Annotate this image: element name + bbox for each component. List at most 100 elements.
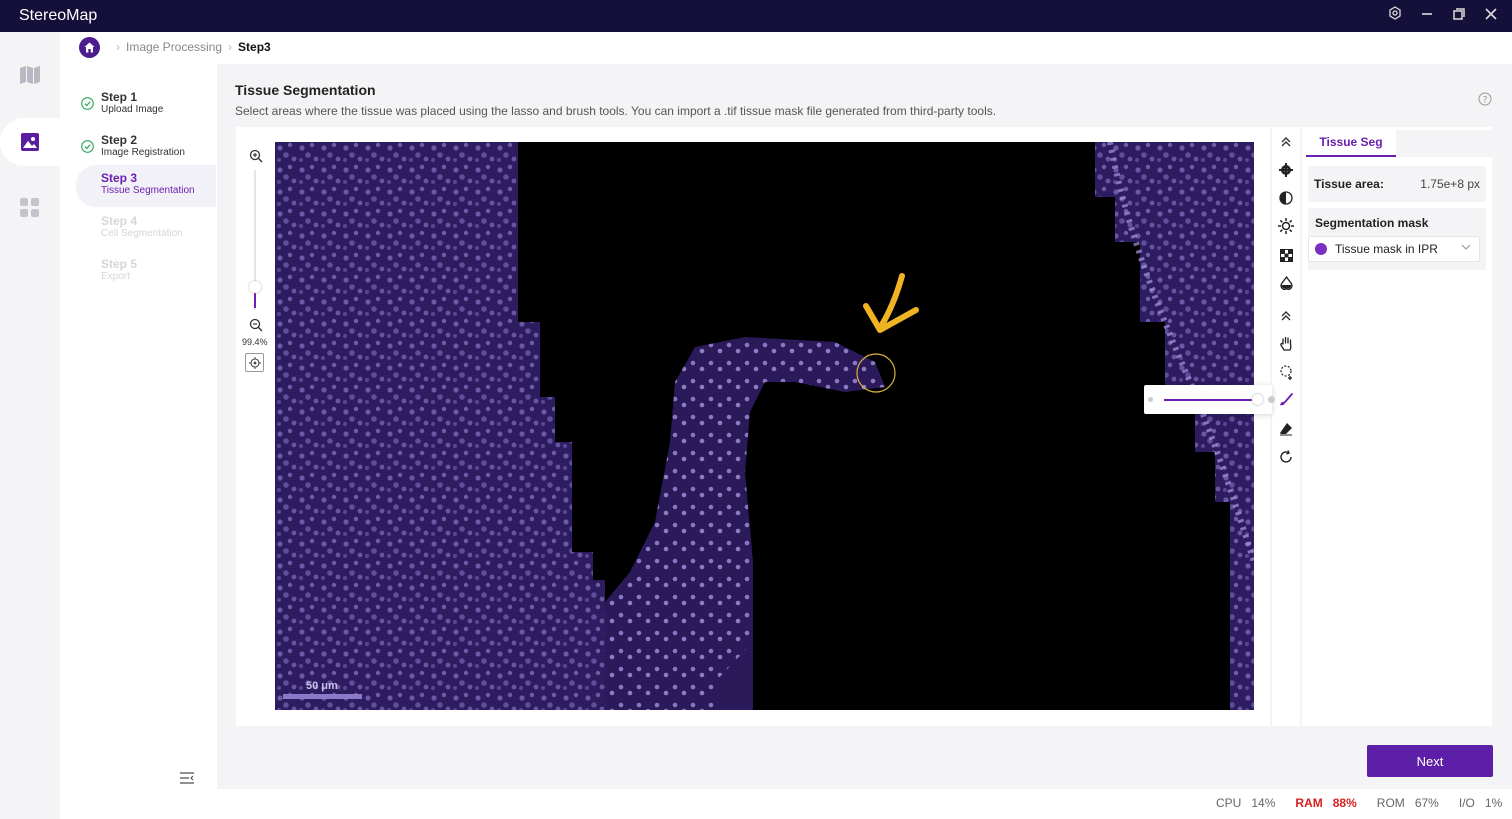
brush-size-slider[interactable] (1164, 399, 1256, 401)
brush-size-max-marker (1268, 396, 1275, 403)
reset-tool-button[interactable] (1276, 447, 1296, 467)
title-bar: StereoMap (0, 0, 1512, 32)
help-icon: ? (1478, 92, 1492, 106)
step-subtitle: Cell Segmentation (101, 228, 183, 239)
close-icon[interactable] (1482, 6, 1500, 26)
rail-item-apps[interactable] (0, 184, 60, 232)
next-button[interactable]: Next (1367, 745, 1493, 777)
mask-select-value: Tissue mask in IPR (1335, 242, 1438, 256)
gear-icon (1279, 163, 1293, 177)
scale-bar: 50 μm (283, 680, 362, 699)
app-title: StereoMap (19, 7, 98, 24)
step-item-1[interactable]: Step 1 Upload Image (76, 84, 216, 126)
double-chevron-up-icon (1281, 137, 1291, 147)
checkerboard-icon (1279, 248, 1293, 262)
home-button[interactable] (79, 36, 100, 58)
lasso-add-icon (1279, 364, 1292, 380)
ram-value: 88% (1332, 796, 1357, 810)
pan-tool-button[interactable] (1276, 334, 1296, 354)
double-chevron-up-icon (1281, 311, 1291, 321)
zoom-percent: 99.4% (242, 337, 268, 347)
step-item-3[interactable]: Step 3 Tissue Segmentation (76, 165, 216, 207)
step-title: Step 3 (101, 171, 138, 185)
tab-bar-filler (1396, 130, 1492, 157)
page-title: Tissue Segmentation (235, 82, 376, 98)
scale-bar-line (283, 694, 362, 699)
lasso-tool-button[interactable] (1276, 362, 1296, 382)
io-value: 1% (1484, 796, 1503, 810)
step-subtitle: Upload Image (101, 104, 164, 115)
tissue-area-value: 1.75e+8 px (1420, 177, 1480, 191)
step-item-2[interactable]: Step 2 Image Registration (76, 127, 216, 169)
cpu-label: CPU (1216, 796, 1242, 810)
step-title: Step 2 (101, 133, 138, 147)
brightness-tool-button[interactable] (1276, 216, 1296, 236)
brightness-icon (1278, 218, 1294, 234)
tissue-area-label: Tissue area: (1314, 177, 1384, 191)
brush-tool-button[interactable] (1276, 390, 1296, 410)
brush-size-handle[interactable] (1252, 394, 1263, 405)
collapse-menu-icon (180, 772, 194, 784)
settings-icon[interactable] (1386, 6, 1404, 26)
drop-icon (1279, 276, 1293, 290)
brush-icon (1279, 393, 1293, 406)
rom-label: ROM (1376, 796, 1405, 810)
contrast-tool-button[interactable] (1276, 188, 1296, 208)
chevron-down-icon (1461, 242, 1471, 255)
contrast-icon (1279, 191, 1293, 205)
tissue-image-viewer[interactable] (275, 142, 1254, 710)
restore-icon[interactable] (1450, 6, 1468, 26)
zoom-slider-fill (254, 292, 256, 308)
rail-item-map[interactable] (0, 51, 60, 99)
check-circle-icon (81, 140, 94, 153)
ram-label: RAM (1295, 796, 1323, 810)
zoom-out-icon (249, 318, 263, 332)
breadcrumb-current: Step3 (238, 40, 271, 54)
target-icon (248, 356, 261, 369)
breadcrumb: › Image Processing › Step3 (79, 36, 271, 58)
fit-view-button[interactable] (245, 353, 264, 372)
opacity-tool-button[interactable] (1276, 273, 1296, 293)
collapse-adjust-button[interactable] (1276, 132, 1296, 152)
zoom-in-button[interactable] (246, 146, 266, 166)
hand-icon (1279, 336, 1291, 351)
checkerboard-tool-button[interactable] (1276, 245, 1296, 265)
brush-size-min-marker (1148, 397, 1153, 402)
apps-grid-icon (20, 198, 39, 217)
zoom-out-button[interactable] (246, 315, 266, 335)
svg-text:?: ? (1483, 96, 1488, 106)
map-icon (20, 66, 40, 84)
eraser-icon (1280, 423, 1292, 436)
tissue-image (275, 142, 1254, 710)
scale-bar-label: 50 μm (306, 680, 338, 692)
rom-value: 67% (1414, 796, 1439, 810)
zoom-slider-handle[interactable] (249, 281, 261, 293)
step-subtitle: Tissue Segmentation (101, 185, 195, 196)
mask-color-swatch (1315, 243, 1327, 255)
mask-select[interactable]: Tissue mask in IPR (1308, 236, 1480, 262)
breadcrumb-image-processing[interactable]: Image Processing (126, 40, 222, 54)
tab-tissue-seg[interactable]: Tissue Seg (1306, 130, 1396, 157)
step-subtitle: Image Registration (101, 147, 185, 158)
collapse-tools-button[interactable] (1276, 306, 1296, 326)
io-label: I/O (1458, 796, 1475, 810)
step-title: Step 1 (101, 90, 138, 104)
tissue-area-box: Tissue area: 1.75e+8 px (1308, 166, 1486, 202)
minimize-icon[interactable] (1418, 6, 1436, 26)
eraser-tool-button[interactable] (1276, 419, 1296, 439)
annotation-arrow-icon (863, 273, 919, 333)
collapse-sidebar-button[interactable] (179, 771, 195, 790)
settings-tool-button[interactable] (1276, 160, 1296, 180)
rail-item-image-processing[interactable] (0, 118, 60, 166)
refresh-icon (1280, 450, 1292, 463)
chevron-right-icon: › (228, 40, 233, 54)
help-button[interactable]: ? (1478, 92, 1492, 111)
image-icon (21, 133, 39, 151)
home-icon (84, 42, 95, 52)
step-subtitle: Export (101, 271, 130, 282)
zoom-in-icon (249, 149, 263, 163)
page-description: Select areas where the tissue was placed… (235, 104, 997, 118)
status-bar: CPU 14% RAM 88% ROM 67% I/O 1% (1216, 796, 1502, 810)
step-item-4: Step 4 Cell Segmentation (76, 208, 216, 250)
segmentation-mask-heading: Segmentation mask (1315, 216, 1429, 230)
